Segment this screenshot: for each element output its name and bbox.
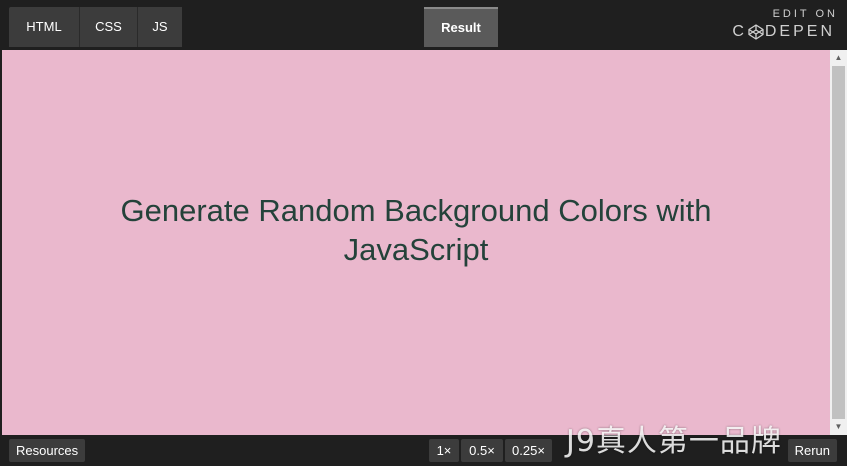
- tab-js[interactable]: JS: [138, 7, 182, 47]
- tab-css[interactable]: CSS: [80, 7, 138, 47]
- watermark-text: J9真人第一品牌: [566, 424, 782, 459]
- codepen-cube-icon: [748, 24, 764, 40]
- tab-result[interactable]: Result: [424, 7, 498, 47]
- resources-button[interactable]: Resources: [9, 439, 86, 462]
- vertical-scrollbar[interactable]: ▲ ▼: [830, 50, 847, 435]
- editor-tabs: HTML CSS JS: [9, 7, 182, 47]
- codepen-logo: C DEPEN: [732, 23, 835, 41]
- zoom-0-25x-button[interactable]: 0.25×: [505, 439, 552, 462]
- zoom-1x-button[interactable]: 1×: [429, 439, 459, 462]
- zoom-0-5x-button[interactable]: 0.5×: [461, 439, 503, 462]
- top-bar: HTML CSS JS Result EDIT ON C DEPEN: [0, 0, 847, 50]
- scrollbar-thumb[interactable]: [832, 66, 845, 419]
- codepen-logo-depen: DEPEN: [764, 23, 835, 40]
- edit-on-codepen-link[interactable]: EDIT ON C DEPEN: [732, 8, 835, 41]
- edit-on-text: EDIT ON: [772, 8, 838, 20]
- result-pane: Generate Random Background Colors with J…: [2, 50, 830, 435]
- codepen-logo-c: C: [732, 23, 747, 40]
- scroll-up-icon[interactable]: ▲: [830, 50, 847, 66]
- page-headline: Generate Random Background Colors with J…: [120, 192, 712, 267]
- scroll-down-icon[interactable]: ▼: [830, 419, 847, 435]
- tab-html[interactable]: HTML: [9, 7, 80, 47]
- rerun-button[interactable]: Rerun: [787, 439, 837, 462]
